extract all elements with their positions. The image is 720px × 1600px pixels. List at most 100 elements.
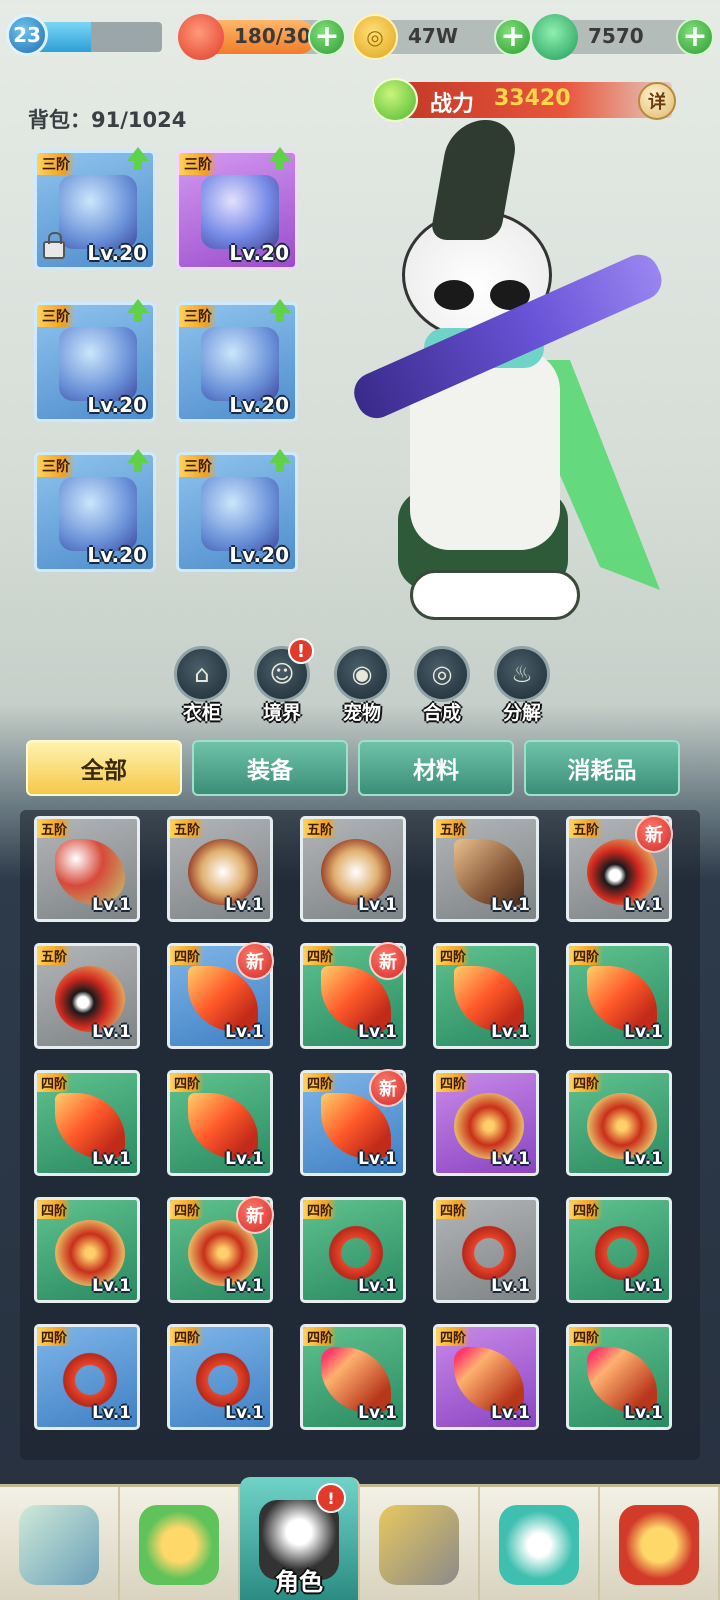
inventory-item[interactable]: 五阶 Lv.1 bbox=[300, 816, 406, 922]
tab-2[interactable]: 材料 bbox=[358, 740, 514, 796]
armor-icon bbox=[59, 327, 137, 401]
ring-icon bbox=[201, 327, 279, 401]
inventory-item[interactable]: 四阶 Lv.1 bbox=[433, 1324, 539, 1430]
inventory-item[interactable]: 四阶 Lv.1 bbox=[433, 1070, 539, 1176]
inventory-item[interactable]: 四阶 Lv.1 bbox=[300, 1324, 406, 1430]
nav-character[interactable]: 角色! bbox=[240, 1477, 360, 1600]
alert-badge: ! bbox=[288, 638, 314, 664]
paw-shield-icon bbox=[619, 1505, 699, 1585]
nav-crossed-swords[interactable] bbox=[360, 1487, 480, 1600]
new-badge: 新 bbox=[369, 942, 407, 980]
inventory-item[interactable]: 五阶 Lv.1 bbox=[433, 816, 539, 922]
item-level: Lv.1 bbox=[225, 1276, 264, 1296]
equipment-slot[interactable]: 三阶 Lv.20 bbox=[34, 449, 156, 572]
tier-label: 四阶 bbox=[569, 1200, 604, 1219]
item-level: Lv.20 bbox=[87, 241, 147, 265]
function-realm[interactable]: ☺ 境界! bbox=[246, 638, 318, 726]
tab-0[interactable]: 全部 bbox=[26, 740, 182, 796]
item-level: Lv.20 bbox=[229, 393, 289, 417]
bag-count-value: 91/1024 bbox=[91, 108, 187, 132]
nav-gourd[interactable] bbox=[480, 1487, 600, 1600]
character-model[interactable] bbox=[347, 120, 670, 640]
inventory-item[interactable]: 四阶 Lv.1 新 bbox=[167, 1196, 274, 1303]
nav-paw-shield[interactable] bbox=[600, 1487, 720, 1600]
add-stamina-button[interactable]: + bbox=[308, 18, 346, 56]
item-level: Lv.1 bbox=[225, 1403, 264, 1423]
nav-frog-coin[interactable] bbox=[120, 1487, 240, 1600]
inventory-item[interactable]: 四阶 Lv.1 bbox=[566, 943, 672, 1049]
add-coins-button[interactable]: + bbox=[494, 18, 532, 56]
function-pet[interactable]: ◉ 宠物 bbox=[326, 646, 398, 726]
function-wardrobe[interactable]: ⌂ 衣柜 bbox=[166, 646, 238, 726]
inventory-item[interactable]: 五阶 Lv.1 bbox=[34, 816, 140, 922]
inventory-item[interactable]: 四阶 Lv.1 新 bbox=[167, 942, 274, 1049]
tier-label: 五阶 bbox=[37, 819, 72, 838]
add-jade-button[interactable]: + bbox=[676, 18, 714, 56]
coin-resource: ◎ 47W + bbox=[352, 14, 532, 60]
inventory-item[interactable]: 四阶 Lv.1 bbox=[433, 1197, 539, 1303]
equipment-slot[interactable]: 三阶 Lv.20 bbox=[176, 299, 298, 422]
bottom-nav: 角色! bbox=[0, 1477, 720, 1600]
inventory-item[interactable]: 五阶 Lv.1 bbox=[167, 816, 273, 922]
item-grid: 五阶 Lv.1 五阶 Lv.1 五阶 Lv.1 五阶 Lv.1 五阶 Lv.1 新五阶 Lv.1 四阶 L… bbox=[20, 810, 700, 1460]
equipment-slot[interactable]: 三阶 Lv.20 bbox=[34, 299, 156, 422]
inventory-item[interactable]: 四阶 Lv.1 bbox=[34, 1324, 140, 1430]
upgrade-arrow-icon bbox=[269, 299, 291, 322]
function-label: 宠物 bbox=[342, 702, 381, 724]
tier-label: 三阶 bbox=[179, 305, 217, 327]
equipment-slot[interactable]: 三阶 Lv.20 bbox=[176, 449, 298, 572]
item-level: Lv.1 bbox=[624, 1403, 663, 1423]
bracer-icon bbox=[59, 477, 137, 551]
tier-label: 四阶 bbox=[37, 1200, 72, 1219]
bag-label: 背包： bbox=[28, 108, 91, 132]
equipment-slot[interactable]: 三阶 Lv.20 bbox=[176, 147, 298, 270]
combat-power-banner: 战力 33420 详 bbox=[372, 78, 692, 122]
nav-map[interactable] bbox=[0, 1487, 120, 1600]
tier-label: 四阶 bbox=[37, 1073, 72, 1092]
inventory-item[interactable]: 四阶 Lv.1 bbox=[566, 1070, 672, 1176]
coin-value: 47W bbox=[408, 24, 458, 48]
function-bar: ⌂ 衣柜 ☺ 境界! ◉ 宠物 ◎ 合成 ♨ 分解 bbox=[166, 638, 558, 726]
boots-icon bbox=[201, 477, 279, 551]
inventory-item[interactable]: 四阶 Lv.1 bbox=[34, 1197, 140, 1303]
bag-capacity: 背包：91/1024 bbox=[28, 104, 186, 134]
player-level-badge[interactable]: 23 bbox=[6, 14, 48, 56]
item-level: Lv.1 bbox=[358, 1022, 397, 1042]
equipment-slot[interactable]: 三阶 Lv.20 bbox=[34, 147, 156, 270]
item-level: Lv.20 bbox=[229, 241, 289, 265]
tier-label: 三阶 bbox=[37, 153, 75, 175]
function-synthesis[interactable]: ◎ 合成 bbox=[406, 646, 478, 726]
tier-label: 三阶 bbox=[37, 455, 75, 477]
inventory-item[interactable]: 四阶 Lv.1 bbox=[566, 1324, 672, 1430]
inventory-item[interactable]: 四阶 Lv.1 bbox=[34, 1070, 140, 1176]
function-decompose[interactable]: ♨ 分解 bbox=[486, 646, 558, 726]
leaf-icon bbox=[372, 78, 418, 122]
inventory-item[interactable]: 五阶 Lv.1 新 bbox=[566, 815, 673, 922]
item-level: Lv.1 bbox=[92, 1403, 131, 1423]
inventory-item[interactable]: 四阶 Lv.1 bbox=[300, 1197, 406, 1303]
tier-label: 四阶 bbox=[170, 1327, 205, 1346]
inventory-item[interactable]: 四阶 Lv.1 bbox=[167, 1070, 273, 1176]
power-detail-button[interactable]: 详 bbox=[638, 82, 676, 120]
item-level: Lv.1 bbox=[358, 1403, 397, 1423]
item-level: Lv.20 bbox=[229, 543, 289, 567]
tab-1[interactable]: 装备 bbox=[192, 740, 348, 796]
inventory-item[interactable]: 四阶 Lv.1 新 bbox=[300, 1069, 407, 1176]
inventory-item[interactable]: 四阶 Lv.1 新 bbox=[300, 942, 407, 1049]
inventory-item[interactable]: 四阶 Lv.1 bbox=[566, 1197, 672, 1303]
tier-label: 四阶 bbox=[303, 1200, 338, 1219]
tab-3[interactable]: 消耗品 bbox=[524, 740, 680, 796]
inventory-item[interactable]: 四阶 Lv.1 bbox=[167, 1324, 273, 1430]
tier-label: 四阶 bbox=[436, 946, 471, 965]
tier-label: 四阶 bbox=[436, 1327, 471, 1346]
inventory-item[interactable]: 五阶 Lv.1 bbox=[34, 943, 140, 1049]
upgrade-arrow-icon bbox=[127, 449, 149, 472]
sword-icon bbox=[59, 175, 137, 249]
character-eye-left bbox=[434, 280, 474, 310]
jade-value: 7570 bbox=[588, 24, 644, 48]
inventory-item[interactable]: 四阶 Lv.1 bbox=[433, 943, 539, 1049]
coin-icon: ◎ bbox=[352, 14, 398, 60]
lock-icon bbox=[43, 232, 65, 259]
item-level: Lv.1 bbox=[491, 1276, 530, 1296]
item-level: Lv.1 bbox=[92, 895, 131, 915]
